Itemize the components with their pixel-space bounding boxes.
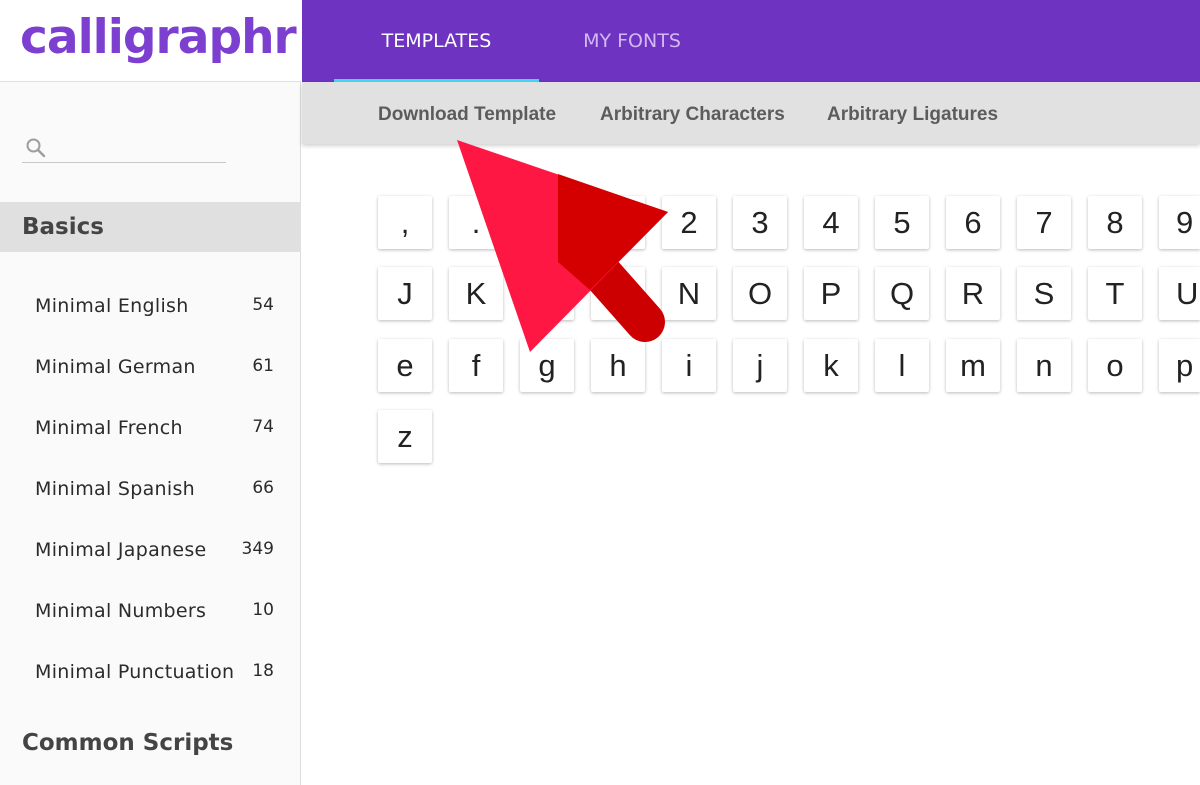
sidebar-item-count: 74 bbox=[252, 417, 274, 437]
char-cell[interactable]: n bbox=[1017, 339, 1071, 392]
sidebar-item-label: Minimal Japanese bbox=[35, 539, 207, 561]
char-cell[interactable]: 5 bbox=[875, 196, 929, 249]
sidebar-item-count: 61 bbox=[252, 356, 274, 376]
sidebar-item-minimal-french[interactable]: Minimal French 74 bbox=[0, 409, 301, 449]
search-icon bbox=[26, 138, 46, 158]
char-cell[interactable]: g bbox=[520, 339, 574, 392]
tab-templates[interactable]: TEMPLATES bbox=[334, 0, 539, 82]
char-cell[interactable]: S bbox=[1017, 267, 1071, 320]
char-cell[interactable]: f bbox=[449, 339, 503, 392]
sidebar-item-count: 18 bbox=[252, 661, 274, 681]
tab-label: MY FONTS bbox=[583, 30, 681, 52]
char-cell[interactable] bbox=[520, 267, 574, 320]
sidebar-item-label: Minimal Numbers bbox=[35, 600, 207, 622]
sidebar-item-count: 66 bbox=[252, 478, 274, 498]
char-cell[interactable]: , bbox=[378, 196, 432, 249]
char-cell[interactable]: o bbox=[1088, 339, 1142, 392]
section-common-scripts[interactable]: Common Scripts bbox=[0, 722, 301, 772]
sidebar-item-label: Minimal Punctuation bbox=[35, 661, 235, 683]
char-cell[interactable]: K bbox=[449, 267, 503, 320]
section-title-common-scripts: Common Scripts bbox=[22, 730, 234, 756]
sidebar-item-minimal-spanish[interactable]: Minimal Spanish 66 bbox=[0, 470, 301, 510]
sidebar-item-minimal-german[interactable]: Minimal German 61 bbox=[0, 348, 301, 388]
char-cell[interactable] bbox=[591, 267, 645, 320]
search-box bbox=[22, 132, 226, 163]
char-cell[interactable]: Q bbox=[875, 267, 929, 320]
search-input[interactable] bbox=[52, 134, 222, 160]
char-cell[interactable] bbox=[520, 196, 574, 249]
char-cell[interactable]: J bbox=[378, 267, 432, 320]
char-cell[interactable]: h bbox=[591, 339, 645, 392]
char-cell[interactable]: . bbox=[449, 196, 503, 249]
tab-my-fonts[interactable]: MY FONTS bbox=[542, 0, 722, 82]
char-cell[interactable]: 6 bbox=[946, 196, 1000, 249]
char-cell[interactable]: 3 bbox=[733, 196, 787, 249]
char-cell[interactable]: j bbox=[733, 339, 787, 392]
sidebar-item-minimal-numbers[interactable]: Minimal Numbers 10 bbox=[0, 592, 301, 632]
char-cell[interactable]: z bbox=[378, 410, 432, 463]
sidebar-item-count: 10 bbox=[252, 600, 274, 620]
logo-area: calligraphr bbox=[0, 0, 301, 82]
char-cell[interactable]: U bbox=[1159, 267, 1200, 320]
template-toolbar: Download Template Arbitrary Characters A… bbox=[302, 82, 1200, 144]
arbitrary-ligatures-link[interactable]: Arbitrary Ligatures bbox=[827, 104, 998, 126]
char-cell[interactable]: 2 bbox=[662, 196, 716, 249]
sidebar-item-minimal-japanese[interactable]: Minimal Japanese 349 bbox=[0, 531, 301, 571]
sidebar-item-minimal-english[interactable]: Minimal English 54 bbox=[0, 287, 301, 327]
download-template-link[interactable]: Download Template bbox=[378, 104, 556, 126]
top-nav-bar: TEMPLATES MY FONTS bbox=[302, 0, 1200, 82]
char-cell[interactable]: R bbox=[946, 267, 1000, 320]
calligraphr-logo[interactable]: calligraphr bbox=[20, 14, 297, 61]
char-cell[interactable]: i bbox=[662, 339, 716, 392]
char-cell[interactable]: k bbox=[804, 339, 858, 392]
char-cell[interactable] bbox=[591, 196, 645, 249]
char-cell[interactable]: l bbox=[875, 339, 929, 392]
section-basics[interactable]: Basics bbox=[0, 202, 301, 252]
tab-label: TEMPLATES bbox=[381, 30, 492, 52]
char-cell[interactable]: 9 bbox=[1159, 196, 1200, 249]
char-cell[interactable]: P bbox=[804, 267, 858, 320]
char-cell[interactable]: T bbox=[1088, 267, 1142, 320]
char-cell[interactable]: m bbox=[946, 339, 1000, 392]
sidebar-item-label: Minimal Spanish bbox=[35, 478, 195, 500]
sidebar-item-count: 54 bbox=[252, 295, 274, 315]
char-cell[interactable]: O bbox=[733, 267, 787, 320]
sidebar-item-count: 349 bbox=[241, 539, 274, 559]
char-cell[interactable]: e bbox=[378, 339, 432, 392]
char-cell[interactable]: p bbox=[1159, 339, 1200, 392]
char-cell[interactable]: 4 bbox=[804, 196, 858, 249]
char-cell[interactable]: N bbox=[662, 267, 716, 320]
sidebar-item-label: Minimal French bbox=[35, 417, 183, 439]
char-cell[interactable]: 8 bbox=[1088, 196, 1142, 249]
section-title-basics: Basics bbox=[22, 214, 104, 240]
sidebar-item-label: Minimal English bbox=[35, 295, 189, 317]
char-cell[interactable]: 7 bbox=[1017, 196, 1071, 249]
sidebar: calligraphr Basics Minimal English 54 Mi… bbox=[0, 0, 301, 785]
sidebar-item-minimal-punctuation[interactable]: Minimal Punctuation 18 bbox=[0, 653, 301, 693]
sidebar-item-label: Minimal German bbox=[35, 356, 196, 378]
arbitrary-characters-link[interactable]: Arbitrary Characters bbox=[600, 104, 785, 126]
